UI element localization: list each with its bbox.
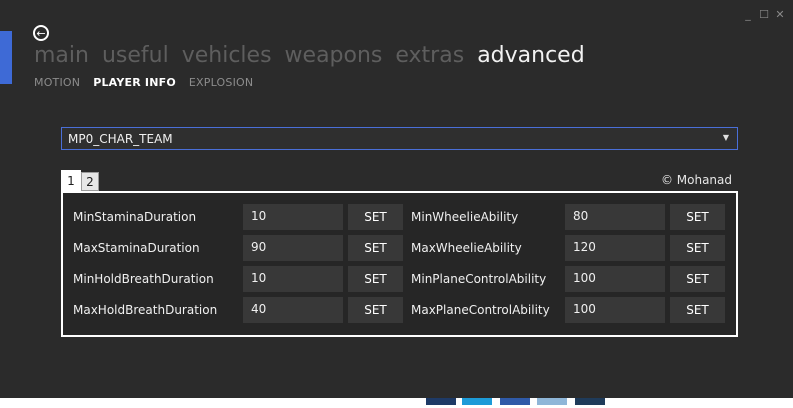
stat-row: MinHoldBreathDuration 10 SET MinPlaneCon… [63, 266, 736, 292]
taskbar-app-icon[interactable] [575, 398, 605, 405]
main-nav: main useful vehicles weapons extras adva… [34, 43, 585, 68]
set-button[interactable]: SET [348, 204, 403, 230]
stat-row: MaxStaminaDuration 90 SET MaxWheelieAbil… [63, 235, 736, 261]
sub-nav-item-motion[interactable]: MOTION [34, 76, 80, 89]
stat-dropdown-value: MP0_CHAR_TEAM [68, 131, 173, 146]
taskbar-strip [0, 398, 793, 408]
stat-value-field[interactable]: 80 [565, 204, 665, 230]
set-button[interactable]: SET [670, 266, 725, 292]
stat-value-field[interactable]: 10 [243, 204, 343, 230]
stat-value-field[interactable]: 40 [243, 297, 343, 323]
tab-2[interactable]: 2 [81, 172, 99, 191]
taskbar-app-icon[interactable] [500, 398, 530, 405]
set-button[interactable]: SET [670, 235, 725, 261]
left-accent-bar [0, 31, 12, 84]
close-icon[interactable]: ✕ [775, 8, 785, 21]
main-nav-item-advanced[interactable]: advanced [477, 43, 585, 68]
stat-label: MinWheelieAbility [411, 210, 519, 224]
stat-label: MaxPlaneControlAbility [411, 303, 550, 317]
taskbar-app-icon[interactable] [537, 398, 567, 405]
tab-1[interactable]: 1 [61, 170, 81, 191]
maximize-icon[interactable]: ☐ [759, 8, 769, 21]
set-button[interactable]: SET [348, 297, 403, 323]
chevron-down-icon[interactable]: ▼ [723, 133, 729, 142]
main-nav-item-extras[interactable]: extras [395, 43, 464, 68]
main-nav-item-useful[interactable]: useful [102, 43, 169, 68]
stat-value-field[interactable]: 10 [243, 266, 343, 292]
minimize-icon[interactable]: _ [743, 8, 753, 21]
page-tabs: 1 2 [61, 170, 99, 191]
stat-dropdown[interactable]: MP0_CHAR_TEAM ▼ [61, 127, 738, 150]
stat-label: MinHoldBreathDuration [73, 272, 214, 286]
sub-nav-item-explosion[interactable]: EXPLOSION [189, 76, 253, 89]
stat-label: MaxWheelieAbility [411, 241, 522, 255]
main-nav-item-main[interactable]: main [34, 43, 89, 68]
sub-nav: MOTION PLAYER INFO EXPLOSION [34, 76, 253, 89]
main-nav-item-vehicles[interactable]: vehicles [182, 43, 272, 68]
stat-value-field[interactable]: 90 [243, 235, 343, 261]
sub-nav-item-player-info[interactable]: PLAYER INFO [93, 76, 176, 89]
stat-row: MinStaminaDuration 10 SET MinWheelieAbil… [63, 204, 736, 230]
stat-value-field[interactable]: 100 [565, 266, 665, 292]
stat-value-field[interactable]: 120 [565, 235, 665, 261]
taskbar-app-icon[interactable] [426, 398, 456, 405]
stats-panel: MinStaminaDuration 10 SET MinWheelieAbil… [61, 191, 738, 337]
stat-label: MaxStaminaDuration [73, 241, 200, 255]
copyright-label: © Mohanad [660, 173, 732, 187]
stat-label: MaxHoldBreathDuration [73, 303, 218, 317]
stat-label: MinPlaneControlAbility [411, 272, 547, 286]
stat-row: MaxHoldBreathDuration 40 SET MaxPlaneCon… [63, 297, 736, 323]
stat-label: MinStaminaDuration [73, 210, 197, 224]
main-nav-item-weapons[interactable]: weapons [285, 43, 383, 68]
set-button[interactable]: SET [670, 297, 725, 323]
set-button[interactable]: SET [348, 266, 403, 292]
stat-value-field[interactable]: 100 [565, 297, 665, 323]
taskbar-app-icon[interactable] [462, 398, 492, 405]
window-controls: _ ☐ ✕ [743, 8, 785, 21]
set-button[interactable]: SET [670, 204, 725, 230]
set-button[interactable]: SET [348, 235, 403, 261]
back-arrow-icon[interactable]: ← [33, 25, 49, 41]
